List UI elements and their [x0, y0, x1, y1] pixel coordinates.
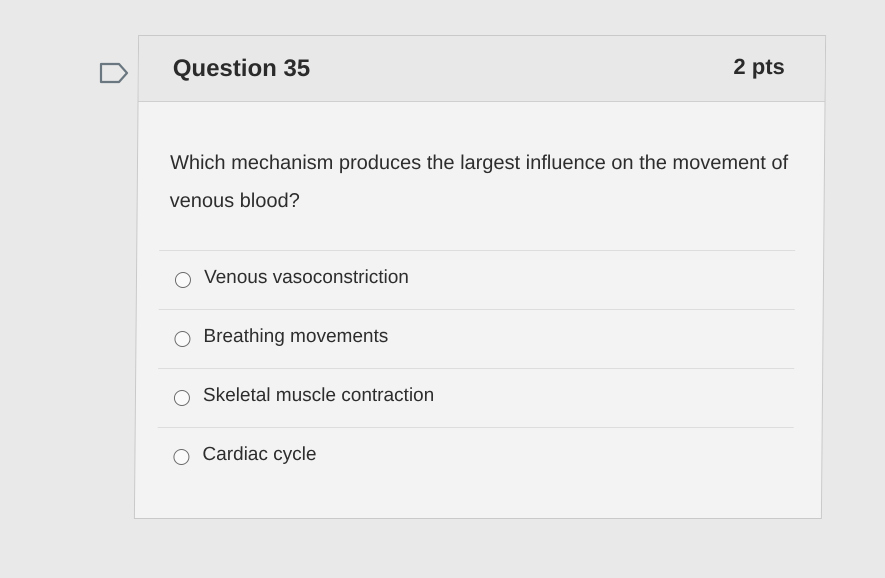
- answer-label[interactable]: Venous vasoconstriction: [204, 267, 409, 289]
- question-card: Question 35 2 pts Which mechanism produc…: [133, 35, 827, 519]
- answer-list: Venous vasoconstriction Breathing moveme…: [157, 250, 796, 486]
- question-title: Question 35: [172, 55, 311, 82]
- question-points: 2 pts: [733, 54, 785, 79]
- answer-option[interactable]: Breathing movements: [158, 309, 795, 368]
- answer-option[interactable]: Venous vasoconstriction: [158, 250, 796, 309]
- flag-question-icon[interactable]: [99, 62, 129, 84]
- answer-label[interactable]: Cardiac cycle: [202, 444, 316, 466]
- answer-option[interactable]: Cardiac cycle: [157, 427, 794, 486]
- radio-button[interactable]: [174, 272, 192, 288]
- radio-button[interactable]: [174, 331, 191, 347]
- radio-button[interactable]: [173, 390, 191, 406]
- question-text: Which mechanism produces the largest inf…: [169, 152, 789, 212]
- answer-label[interactable]: Skeletal muscle contraction: [203, 385, 434, 407]
- question-header: Question 35 2 pts: [138, 36, 826, 102]
- answer-label[interactable]: Breathing movements: [203, 326, 388, 348]
- radio-button[interactable]: [173, 449, 190, 465]
- answer-option[interactable]: Skeletal muscle contraction: [157, 368, 795, 427]
